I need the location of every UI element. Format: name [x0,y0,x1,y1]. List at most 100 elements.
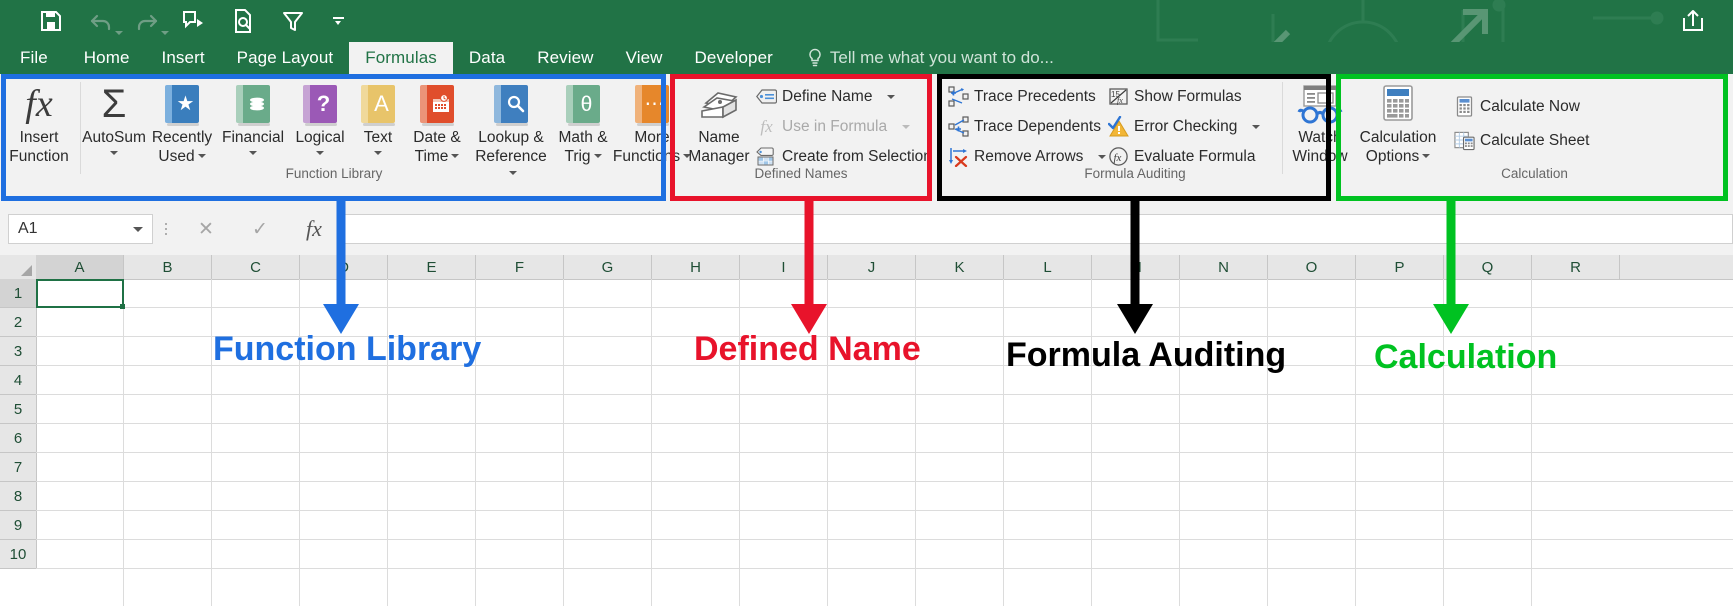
define-name-dropdown-caret-icon[interactable] [887,94,896,99]
error-checking-button[interactable]: Error Checking [1108,112,1261,141]
row-header-10[interactable]: 10 [0,540,36,569]
save-icon[interactable] [26,0,76,42]
column-header-D[interactable]: D [300,255,388,279]
column-header-F[interactable]: F [476,255,564,279]
lookup-reference-label-line2: Reference [475,148,547,165]
tab-review[interactable]: Review [521,42,609,74]
grid-line-vertical [1267,279,1268,606]
formula-input[interactable] [341,214,1733,244]
tab-data[interactable]: Data [453,42,521,74]
column-header-E[interactable]: E [388,255,476,279]
evaluate-formula-icon: fx [1108,146,1129,167]
spreadsheet-grid: ABCDEFGHIJKLMNOPQR 1 2 3 4 5 6 7 8 9 10 [0,255,1733,606]
error-checking-label: Error Checking [1134,117,1238,135]
define-name-button[interactable]: Define Name [756,82,896,111]
column-header-C[interactable]: C [212,255,300,279]
select-all-corner[interactable] [0,255,37,279]
more-functions-label-line1: More [634,129,670,146]
column-header-P[interactable]: P [1356,255,1444,279]
ribbon-tab-bar: File Home Insert Page Layout Formulas Da… [0,42,1733,74]
filter-icon[interactable] [268,0,318,42]
logical-label: Logical [295,129,345,146]
tab-view[interactable]: View [610,42,679,74]
name-box-dropdown-caret-icon[interactable] [133,226,143,232]
annotation-label-formula-auditing: Formula Auditing [1006,336,1287,374]
column-header-I[interactable]: I [740,255,828,279]
ribbon-group-function-library: fx Insert Function Σ AutoSum ★ Recently … [0,74,692,203]
enter-formula-button[interactable]: ✓ [233,214,287,244]
row-header-5[interactable]: 5 [0,395,36,424]
column-header-A[interactable]: A [36,255,124,279]
customize-quick-access-toolbar-icon[interactable] [318,0,358,42]
row-header-8[interactable]: 8 [0,482,36,511]
autosum-dropdown-caret-icon[interactable] [110,146,118,160]
column-header-B[interactable]: B [124,255,212,279]
define-name-label: Define Name [782,87,873,105]
column-header-O[interactable]: O [1268,255,1356,279]
logical-dropdown-caret-icon[interactable] [316,146,324,160]
row-header-3[interactable]: 3 [0,337,36,366]
recently-used-label-line2: Used [158,148,195,165]
trace-dependents-button[interactable]: Trace Dependents [948,112,1101,141]
tell-me-search[interactable]: Tell me what you want to do... [789,42,1054,74]
row-header-9[interactable]: 9 [0,511,36,540]
grid-line-vertical [563,279,564,606]
calculate-now-button[interactable]: Calculate Now [1454,92,1580,121]
use-in-formula-button[interactable]: fx Use in Formula [756,112,911,141]
trace-precedents-button[interactable]: Trace Precedents [948,82,1096,111]
column-header-M[interactable]: M [1092,255,1180,279]
touch-mode-icon[interactable] [168,0,218,42]
tab-home[interactable]: Home [68,42,146,74]
column-header-L[interactable]: L [1004,255,1092,279]
use-in-formula-dropdown-caret-icon[interactable] [902,124,911,129]
column-header-K[interactable]: K [916,255,1004,279]
row-header-1[interactable]: 1 [0,279,36,308]
financial-dropdown-caret-icon[interactable] [249,146,257,160]
grid-line-vertical [123,279,124,606]
name-box[interactable]: A1 [8,214,153,244]
row-headers: 1 2 3 4 5 6 7 8 9 10 [0,279,37,569]
insert-function-fx-button[interactable]: fx [287,214,341,244]
column-header-J[interactable]: J [828,255,916,279]
active-cell-A1[interactable] [36,279,125,309]
excel-window: File Home Insert Page Layout Formulas Da… [0,0,1733,606]
share-button[interactable] [1663,0,1723,42]
tab-formulas[interactable]: Formulas [349,42,453,74]
more-functions-book-icon: ⋯ [635,81,669,127]
cell-area[interactable] [36,279,1733,606]
annotation-label-calculation: Calculation [1374,338,1558,376]
calculate-sheet-button[interactable]: Calculate Sheet [1454,126,1589,155]
grid-line-vertical [1355,279,1356,606]
tab-page-layout[interactable]: Page Layout [221,42,350,74]
tab-file[interactable]: File [0,42,68,74]
print-preview-icon[interactable] [218,0,268,42]
column-header-N[interactable]: N [1180,255,1268,279]
annotation-label-function-library: Function Library [213,330,482,368]
column-header-Q[interactable]: Q [1444,255,1532,279]
group-label-calculation: Calculation [1501,166,1568,181]
text-label: Text [363,129,393,146]
text-book-icon: A [361,81,395,127]
grid-line-vertical [1003,279,1004,606]
column-header-G[interactable]: G [564,255,652,279]
formula-bar-grip[interactable] [153,214,179,244]
svg-text:fx: fx [1114,152,1122,164]
column-header-R[interactable]: R [1532,255,1620,279]
logical-book-icon: ? [303,81,337,127]
lookup-reference-book-icon [494,81,528,127]
fill-handle[interactable] [120,304,125,309]
error-checking-dropdown-caret-icon[interactable] [1252,124,1261,129]
row-header-2[interactable]: 2 [0,308,36,337]
text-dropdown-caret-icon[interactable] [374,146,382,160]
row-header-6[interactable]: 6 [0,424,36,453]
show-formulas-button[interactable]: 15 fx Show Formulas [1108,82,1242,111]
row-header-4[interactable]: 4 [0,366,36,395]
grid-line-vertical [651,279,652,606]
cancel-formula-button[interactable]: ✕ [179,214,233,244]
remove-arrows-dropdown-caret-icon[interactable] [1098,154,1107,159]
tab-developer[interactable]: Developer [679,42,789,74]
tab-insert[interactable]: Insert [146,42,221,74]
fx-icon: fx [25,83,53,125]
column-header-H[interactable]: H [652,255,740,279]
row-header-7[interactable]: 7 [0,453,36,482]
